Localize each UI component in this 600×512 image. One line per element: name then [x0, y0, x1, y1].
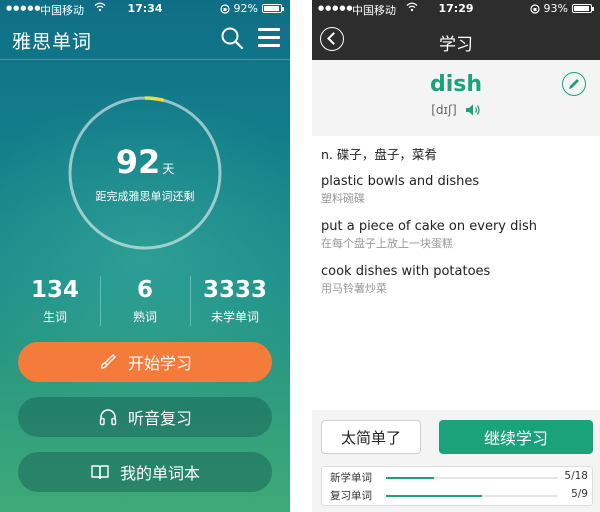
- example-item: cook dishes with potatoes 用马铃薯炒菜: [321, 263, 591, 296]
- stat-label: 生词: [42, 310, 67, 324]
- stat-value: 134: [30, 277, 79, 303]
- start-learning-button[interactable]: 开始学习: [18, 342, 272, 382]
- countdown-ring-progress: [144, 96, 165, 103]
- example-item: put a piece of cake on every dish 在每个盘子上…: [321, 218, 591, 251]
- days-remaining: 92 天: [0, 143, 290, 181]
- progress-label: 新学单词: [330, 472, 372, 484]
- nav-bar: ●●●●● 中国移动 17:29 93% 学习: [312, 0, 600, 60]
- word-text: dish: [429, 72, 483, 97]
- pencil-icon: [569, 79, 579, 89]
- example-chinese: 用马铃薯炒菜: [321, 282, 387, 295]
- stat-known-words[interactable]: 6 熟词: [100, 276, 190, 328]
- progress-track: [386, 477, 558, 479]
- progress-fill: [386, 495, 483, 497]
- menu-icon[interactable]: [258, 28, 280, 48]
- edit-button[interactable]: [562, 72, 586, 96]
- search-icon[interactable]: [220, 26, 244, 50]
- example-chinese: 塑料碗碟: [321, 192, 365, 205]
- listen-review-label: 听音复习: [127, 409, 192, 428]
- battery-icon: [262, 4, 284, 13]
- progress-row-new: 新学单词 5/18: [330, 470, 588, 486]
- word-stats: 134 生词 6 熟词 3333 未学单词: [10, 276, 280, 328]
- header-divider: [0, 59, 290, 60]
- example-english: cook dishes with potatoes: [321, 264, 491, 279]
- study-screen: ●●●●● 中国移动 17:29 93% 学习 dish [dɪʃ] n. 碟子…: [312, 0, 600, 512]
- example-english: plastic bowls and dishes: [321, 174, 480, 189]
- headphones-icon: [99, 409, 117, 426]
- progress-label: 复习单词: [330, 490, 372, 502]
- progress-fill: [386, 477, 435, 479]
- orientation-lock-icon: [219, 3, 230, 14]
- status-bar: ●●●●● 中国移动 17:34 92%: [0, 0, 290, 18]
- my-wordbook-button[interactable]: 我的单词本: [18, 452, 272, 492]
- days-unit: 天: [162, 162, 175, 176]
- speaker-icon[interactable]: [465, 103, 481, 117]
- phonetic-row: [dɪʃ]: [312, 103, 600, 117]
- phonetic-text: [dɪʃ]: [431, 103, 457, 117]
- battery-icon: [572, 4, 594, 13]
- example-english: put a piece of cake on every dish: [321, 219, 537, 234]
- app-title: 雅思单词: [12, 31, 93, 53]
- continue-learning-button[interactable]: 继续学习: [439, 420, 593, 454]
- book-icon: [91, 465, 109, 480]
- status-bar: ●●●●● 中国移动 17:29 93%: [312, 0, 600, 18]
- progress-panel: 新学单词 5/18 复习单词 5/9: [321, 466, 593, 506]
- home-screen: ●●●●● 中国移动 17:34 92% 雅思单词 92 天 距完成雅思单词还剩 …: [0, 0, 290, 512]
- status-right: 93%: [529, 2, 594, 15]
- listen-review-button[interactable]: 听音复习: [18, 397, 272, 437]
- stat-value: 6: [136, 277, 153, 303]
- stat-new-words[interactable]: 134 生词: [10, 276, 100, 328]
- progress-count: 5/9: [571, 488, 588, 500]
- progress-count: 5/18: [564, 470, 588, 482]
- definition-text: n. 碟子，盘子，菜肴: [321, 147, 437, 162]
- battery-percent: 93%: [543, 2, 568, 15]
- brush-icon: [101, 354, 116, 369]
- too-easy-button[interactable]: 太简单了: [321, 420, 421, 454]
- battery-percent: 92%: [233, 2, 258, 15]
- status-right: 92%: [219, 2, 284, 15]
- word-card: dish [dɪʃ]: [312, 60, 600, 136]
- bottom-panel: 太简单了 继续学习 新学单词 5/18 复习单词 5/9: [312, 410, 600, 512]
- my-wordbook-label: 我的单词本: [119, 464, 200, 483]
- screen-title: 学习: [439, 35, 473, 55]
- progress-track: [386, 495, 558, 497]
- definition-section: n. 碟子，盘子，菜肴 plastic bowls and dishes 塑料碗…: [321, 144, 591, 308]
- orientation-lock-icon: [529, 3, 540, 14]
- stat-value: 3333: [202, 277, 267, 303]
- progress-row-review: 复习单词 5/9: [330, 488, 588, 504]
- stat-label: 熟词: [132, 310, 157, 324]
- start-learning-label: 开始学习: [127, 354, 192, 373]
- days-value: 92: [115, 143, 161, 181]
- countdown-caption: 距完成雅思单词还剩: [95, 190, 195, 203]
- example-chinese: 在每个盘子上放上一块蛋糕: [321, 237, 453, 250]
- app-header: 雅思单词: [0, 18, 290, 60]
- example-item: plastic bowls and dishes 塑料碗碟: [321, 173, 591, 206]
- stat-unlearned-words[interactable]: 3333 未学单词: [190, 276, 280, 328]
- stat-label: 未学单词: [210, 310, 259, 324]
